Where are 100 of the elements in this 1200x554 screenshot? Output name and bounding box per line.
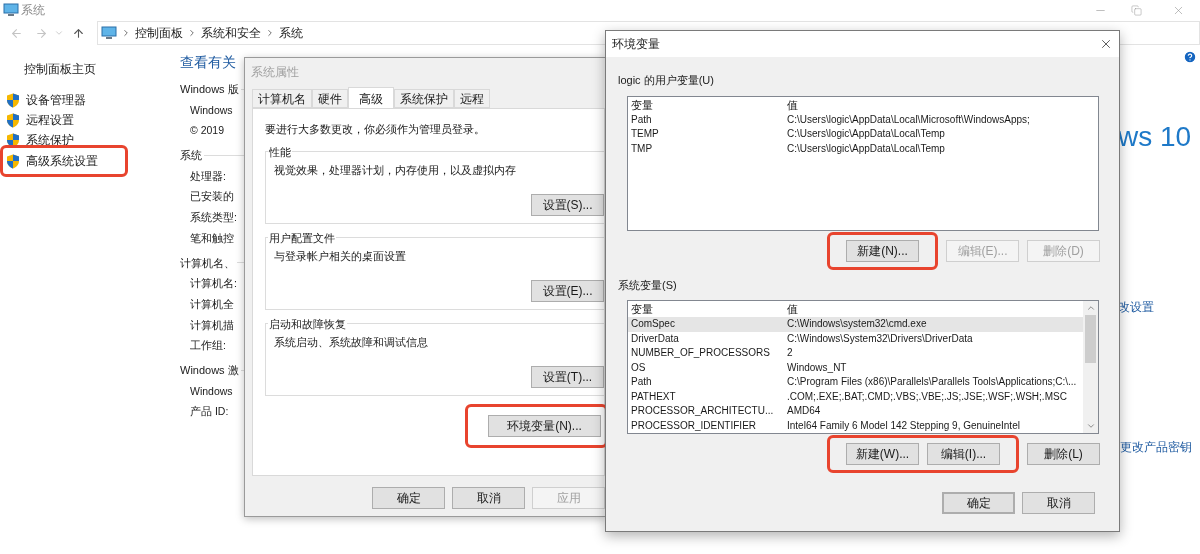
scrollbar-thumb[interactable] <box>1085 315 1096 363</box>
variable-row[interactable]: Path C:\Users\logic\AppData\Local\Microsoft\WindowsApps; <box>628 112 1098 128</box>
variable-name: Path <box>630 114 653 125</box>
group-title: 性能 <box>268 144 292 160</box>
breadcrumb-item[interactable]: 系统和安全 <box>201 24 261 42</box>
breadcrumb-item[interactable]: 控制面板 <box>135 24 183 42</box>
scrollbar[interactable] <box>1083 301 1098 433</box>
restore-icon[interactable] <box>1131 4 1142 16</box>
property-label: 工作组: <box>190 338 227 354</box>
tab[interactable]: 计算机名 <box>252 89 312 108</box>
variable-row[interactable]: PATHEXT .COM;.EXE;.BAT;.CMD;.VBS;.VBE;.JS;.JSE;.WSF;.WSH;.MSC <box>628 389 1083 404</box>
variable-name: TEMP <box>630 129 660 140</box>
variable-row[interactable]: OS Windows_NT <box>628 360 1083 375</box>
section-title: Windows 激 <box>180 363 239 378</box>
variable-row[interactable]: Path C:\Program Files (x86)\Parallels\Parallels Tools\Applications;C:\... <box>628 375 1083 390</box>
property-label: 处理器: <box>190 168 227 184</box>
sidebar-link[interactable]: 设备管理器 <box>26 91 86 109</box>
variable-value: 2 <box>786 348 793 359</box>
variable-value: AMD64 <box>786 406 821 417</box>
variable-name: PROCESSOR_ARCHITECTU... <box>630 406 775 417</box>
section-title: 系统 <box>180 148 202 163</box>
monitor-icon <box>101 26 117 40</box>
property-label: 计算机描 <box>190 317 235 333</box>
window-title: 系统 <box>21 2 45 19</box>
tab[interactable]: 硬件 <box>312 89 348 108</box>
recent-pages-icon[interactable] <box>54 28 64 38</box>
up-icon[interactable] <box>72 26 85 40</box>
variable-row[interactable]: PROCESSOR_ARCHITECTU... AMD64 <box>628 404 1083 419</box>
variable-value: C:\Users\logic\AppData\Local\Temp <box>786 129 945 140</box>
shield-icon <box>6 92 20 108</box>
variable-value: C:\Users\logic\AppData\Local\Microsoft\WindowsApps; <box>786 114 1030 125</box>
shield-icon <box>6 132 20 148</box>
variable-row[interactable]: ComSpec C:\Windows\system32\cmd.exe <box>628 317 1083 332</box>
property-label: Windows <box>190 383 234 399</box>
property-label: 计算机名: <box>190 276 238 291</box>
dialog-button[interactable]: 新建(N)... <box>846 239 919 262</box>
monitor-icon <box>3 3 19 17</box>
group-title: 用户配置文件 <box>268 230 336 246</box>
group-description: 视觉效果，处理器计划，内存使用，以及虚拟内存 <box>274 163 517 178</box>
dialog-button[interactable]: 确定 <box>372 487 445 509</box>
admin-notice: 要进行大多数更改，你必须作为管理员登录。 <box>265 122 486 137</box>
dialog-button[interactable]: 设置(T)... <box>531 365 604 388</box>
dialog-button[interactable]: 设置(E)... <box>531 279 604 302</box>
group-title: 系统变量(S) <box>618 277 678 293</box>
dialog-button[interactable]: 取消 <box>1022 492 1095 514</box>
scroll-up-icon[interactable] <box>1085 303 1096 313</box>
back-icon[interactable] <box>10 26 23 40</box>
dialog-button[interactable]: 环境变量(N)... <box>488 414 601 437</box>
column-header[interactable]: 变量 <box>628 96 786 114</box>
tab[interactable]: 远程 <box>454 89 490 108</box>
shield-icon <box>6 153 20 169</box>
variable-name: DriverData <box>630 333 680 344</box>
sidebar-link[interactable]: 远程设置 <box>26 111 74 129</box>
variable-row[interactable]: NUMBER_OF_PROCESSORS 2 <box>628 346 1083 361</box>
forward-icon[interactable] <box>35 26 48 40</box>
dialog-title: 系统属性 <box>250 64 300 81</box>
sidebar-link[interactable]: 高级系统设置 <box>26 152 98 170</box>
property-label: 笔和触控 <box>190 230 235 246</box>
dialog-button[interactable]: 设置(S)... <box>531 193 604 216</box>
dialog-title: 环境变量 <box>612 36 660 53</box>
breadcrumb-item[interactable]: 系统 <box>279 24 303 42</box>
variable-row[interactable]: PROCESSOR_IDENTIFIER Intel64 Family 6 Model 142 Stepping 9, GenuineIntel <box>628 418 1083 433</box>
tab[interactable]: 高级 <box>348 87 394 109</box>
breadcrumb-chevron-icon <box>187 28 197 38</box>
sidebar-home-link[interactable]: 控制面板主页 <box>24 60 180 78</box>
help-icon[interactable] <box>1183 50 1197 64</box>
property-label: 系统类型: <box>190 210 238 225</box>
property-label: © 2019 <box>190 123 225 139</box>
column-header[interactable]: 变量 <box>628 301 786 318</box>
breadcrumb-chevron-icon <box>265 28 275 38</box>
section-title: 计算机名、 <box>180 255 235 271</box>
windows-logo-text: ws 10 <box>1118 120 1193 154</box>
tab[interactable]: 系统保护 <box>394 89 454 108</box>
variable-name: TMP <box>630 144 654 154</box>
variable-row[interactable]: TMP C:\Users\logic\AppData\Local\Temp <box>628 141 1098 157</box>
change-product-key-link[interactable]: 更改产品密钥 <box>1120 438 1192 456</box>
dialog-button[interactable]: 编辑(I)... <box>927 443 1000 465</box>
column-header[interactable]: 值 <box>786 96 1098 114</box>
sidebar-link[interactable]: 系统保护 <box>26 131 74 149</box>
column-header[interactable]: 值 <box>786 301 1083 318</box>
group-title: 启动和故障恢复 <box>268 316 347 332</box>
variable-value: Windows_NT <box>786 362 847 373</box>
dialog-button[interactable]: 确定 <box>942 492 1015 514</box>
variable-row[interactable]: DriverData C:\Windows\System32\Drivers\DriverData <box>628 331 1083 346</box>
variable-name: Path <box>630 377 653 388</box>
property-label: 计算机全 <box>190 296 235 312</box>
group-title: logic 的用户变量(U) <box>618 73 715 88</box>
variable-row[interactable]: TEMP C:\Users\logic\AppData\Local\Temp <box>628 127 1098 142</box>
scroll-down-icon[interactable] <box>1085 421 1096 431</box>
dialog-button[interactable]: 新建(W)... <box>846 443 919 465</box>
dialog-button[interactable]: 删除(L) <box>1027 443 1100 465</box>
variable-value: C:\Users\logic\AppData\Local\Temp <box>786 144 945 154</box>
variable-value: C:\Windows\System32\Drivers\DriverData <box>786 333 973 344</box>
variable-name: NUMBER_OF_PROCESSORS <box>630 348 771 359</box>
dialog-button[interactable]: 取消 <box>452 487 525 509</box>
page-heading: 查看有关 <box>180 53 237 72</box>
property-label: Windows <box>190 102 234 118</box>
close-icon[interactable] <box>1099 37 1113 51</box>
property-label: 产品 ID: <box>190 404 230 420</box>
variable-name: PROCESSOR_IDENTIFIER <box>630 420 758 431</box>
